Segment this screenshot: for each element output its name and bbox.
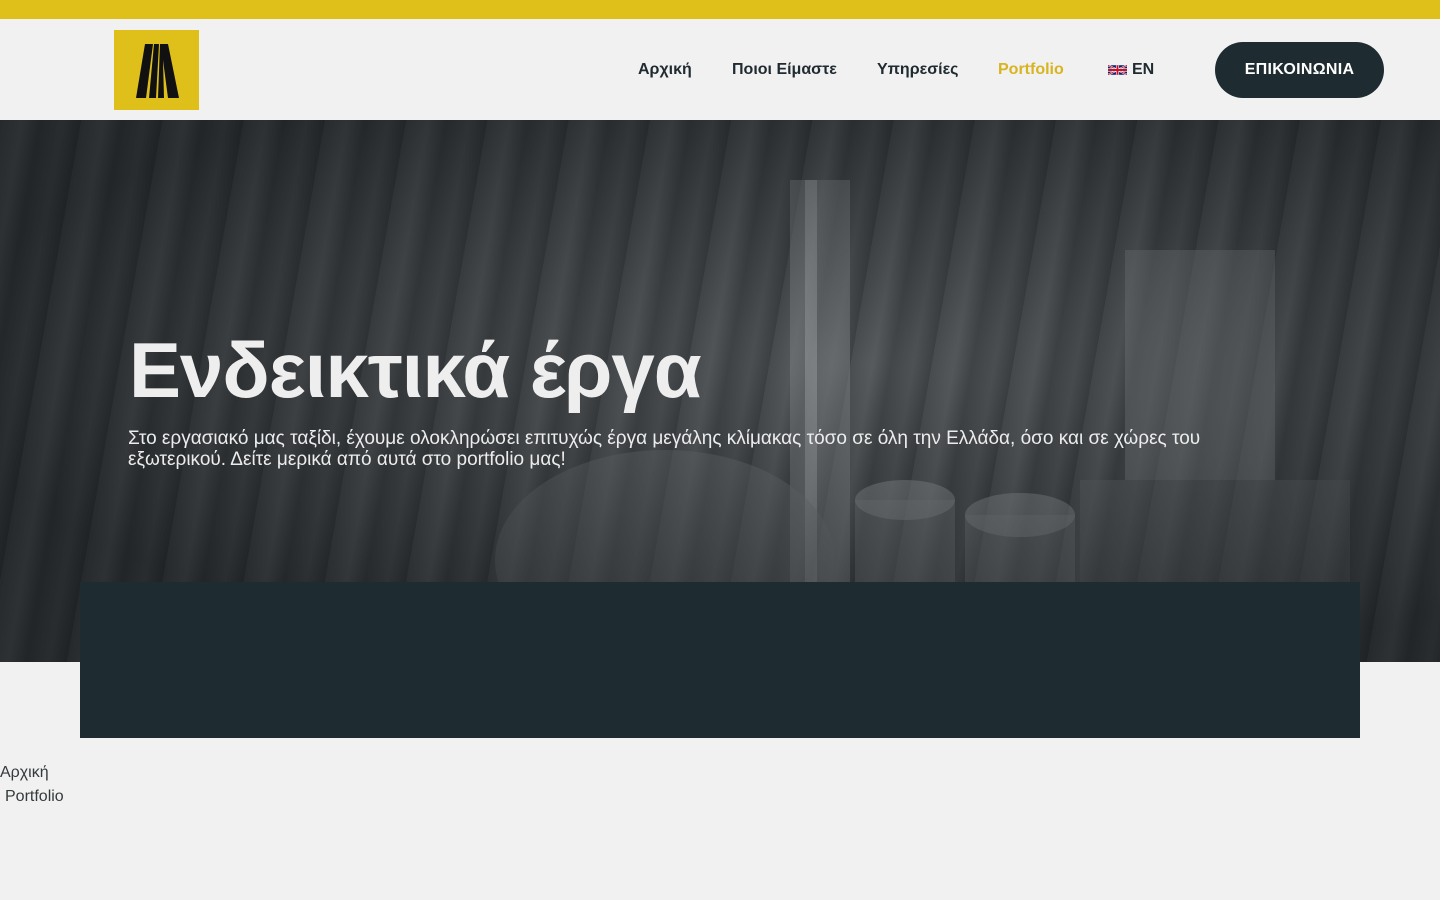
uk-flag-icon [1108, 63, 1127, 76]
company-logo-icon[interactable] [114, 30, 199, 110]
page-title: Ενδεικτικά έργα [129, 326, 702, 414]
nav-portfolio-link[interactable]: Portfolio [998, 61, 1064, 79]
contact-button[interactable]: ΕΠΙΚΟΙΝΩΝΙΑ [1215, 42, 1384, 98]
language-switcher[interactable]: EN [1108, 61, 1154, 79]
site-header: Αρχική Ποιοι Είμαστε Υπηρεσίες Portfolio… [0, 19, 1440, 120]
nav-services-link[interactable]: Υπηρεσίες [877, 61, 959, 79]
portfolio-content-panel [80, 582, 1360, 738]
hero-banner: Ενδεικτικά έργα Στο εργασιακό μας ταξίδι… [0, 120, 1440, 662]
top-accent-bar [0, 0, 1440, 19]
breadcrumb-current: Portfolio [5, 788, 64, 805]
nav-about-link[interactable]: Ποιοι Είμαστε [732, 61, 837, 79]
breadcrumb-home-link[interactable]: Αρχική [0, 764, 49, 782]
language-label: EN [1132, 60, 1155, 78]
nav-home-link[interactable]: Αρχική [638, 61, 692, 79]
hero-description: Στο εργασιακό μας ταξίδι, έχουμε ολοκληρ… [128, 428, 1201, 470]
